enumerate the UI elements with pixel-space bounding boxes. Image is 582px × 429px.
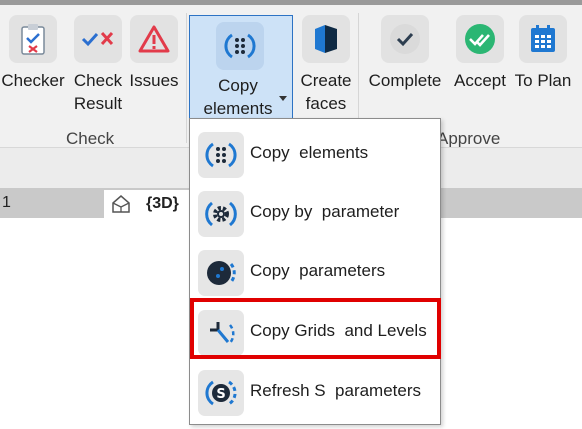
parameters-icon — [198, 250, 244, 296]
clipboard-check-icon — [9, 15, 57, 63]
copy-elements-button[interactable]: Copy elements — [189, 15, 293, 122]
menu-item-label: Copy elements — [250, 143, 369, 162]
refresh-s-icon: S — [198, 370, 244, 416]
menu-item-label: Copy by parameter — [250, 202, 400, 221]
checkmark-circle-icon — [381, 15, 429, 63]
chevron-down-icon[interactable] — [279, 96, 287, 101]
house-3d-icon — [110, 193, 132, 220]
menu-item-copy-by-parameter[interactable]: Copy by parameter — [190, 184, 440, 242]
copy-elements-icon — [216, 22, 264, 70]
check-result-button[interactable]: Check Result — [70, 5, 126, 125]
calendar-icon — [519, 15, 567, 63]
svg-text:S: S — [216, 387, 225, 402]
copy-elements-icon — [198, 132, 244, 178]
highlight-box — [190, 298, 441, 359]
menu-item-copy-elements[interactable]: Copy elements — [190, 125, 440, 183]
menu-item-label: Refresh S parameters — [250, 381, 422, 400]
menu-item-copy-parameters[interactable]: Copy parameters — [190, 243, 440, 301]
create-faces-button[interactable]: Create faces — [298, 5, 354, 125]
to-plan-label: To Plan — [514, 71, 572, 90]
create-faces-label: Create faces — [300, 71, 352, 113]
to-plan-button[interactable]: To Plan — [514, 5, 572, 125]
approve-group-label: Approve — [437, 129, 501, 148]
issues-button[interactable]: Issues — [128, 5, 180, 125]
menu-item-refresh-s-parameters[interactable]: S Refresh S parameters — [190, 363, 440, 421]
double-check-icon — [456, 15, 504, 63]
check-result-icon — [74, 15, 122, 63]
view-number: 1 — [2, 194, 11, 211]
checker-button[interactable]: Checker — [0, 5, 66, 125]
copy-elements-dropdown: Copy elements Copy by parameter Copy par… — [189, 118, 441, 425]
check-group-label: Check — [66, 129, 115, 148]
faces-icon — [302, 15, 350, 63]
tab-3d-label: {3D} — [146, 195, 179, 212]
tab-3d-view[interactable]: {3D} — [104, 190, 192, 218]
menu-item-label: Copy parameters — [250, 261, 386, 280]
copy-elements-label: Copy elements — [203, 76, 273, 118]
accept-button[interactable]: Accept — [450, 5, 510, 125]
warning-icon — [130, 15, 178, 63]
complete-button[interactable]: Complete — [366, 5, 444, 125]
issues-label: Issues — [129, 71, 179, 90]
gear-icon — [198, 191, 244, 237]
